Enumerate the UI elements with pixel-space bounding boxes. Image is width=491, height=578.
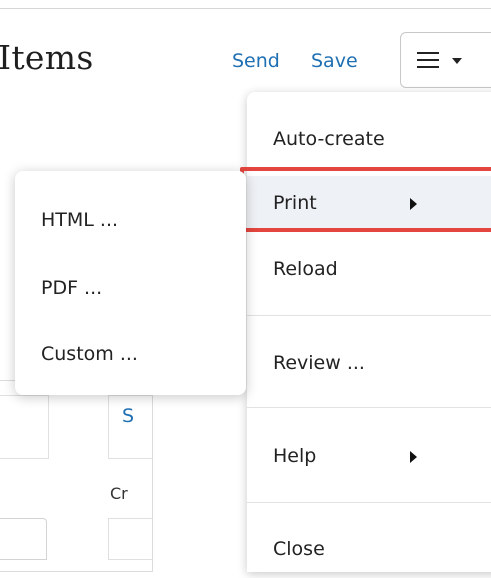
menu-item-label: Review ... <box>273 352 365 374</box>
hamburger-icon <box>417 52 439 68</box>
menu-item-reload[interactable]: Reload <box>247 242 491 298</box>
menu-item-help[interactable]: Help <box>247 429 491 485</box>
send-link[interactable]: Send <box>232 50 280 72</box>
submenu-arrow-icon <box>410 198 417 210</box>
menu-item-review[interactable]: Review ... <box>247 336 491 392</box>
menu-item-close[interactable]: Close <box>247 522 491 578</box>
page-title: Items <box>0 38 94 77</box>
menu-item-label: Help <box>273 445 317 467</box>
menu-item-label: Auto-create <box>273 128 385 150</box>
menu-item-label: Reload <box>273 258 338 280</box>
save-link[interactable]: Save <box>311 50 358 72</box>
print-submenu: HTML ... PDF ... Custom ... <box>15 171 246 395</box>
submenu-item-label: PDF ... <box>41 277 103 299</box>
menu-item-auto-create[interactable]: Auto-create <box>247 112 491 168</box>
actions-menu-button[interactable] <box>400 32 491 88</box>
background-cell <box>0 395 49 459</box>
submenu-item-html[interactable]: HTML ... <box>15 193 246 249</box>
menu-item-label: Print <box>273 192 317 214</box>
actions-dropdown-menu: Auto-create Print Reload Review ... Help… <box>247 92 491 572</box>
background-text: Cr <box>110 484 128 503</box>
top-divider <box>0 8 491 9</box>
menu-divider <box>247 502 491 503</box>
menu-item-print[interactable]: Print <box>247 176 491 232</box>
submenu-item-label: Custom ... <box>41 343 138 365</box>
submenu-item-pdf[interactable]: PDF ... <box>15 261 246 317</box>
background-link[interactable]: S <box>122 405 134 427</box>
menu-divider <box>247 315 491 316</box>
submenu-arrow-icon <box>410 451 417 463</box>
menu-item-label: Close <box>273 538 325 560</box>
menu-divider <box>247 407 491 408</box>
submenu-item-custom[interactable]: Custom ... <box>15 327 246 383</box>
caret-down-icon <box>452 58 462 64</box>
submenu-item-label: HTML ... <box>41 209 119 231</box>
